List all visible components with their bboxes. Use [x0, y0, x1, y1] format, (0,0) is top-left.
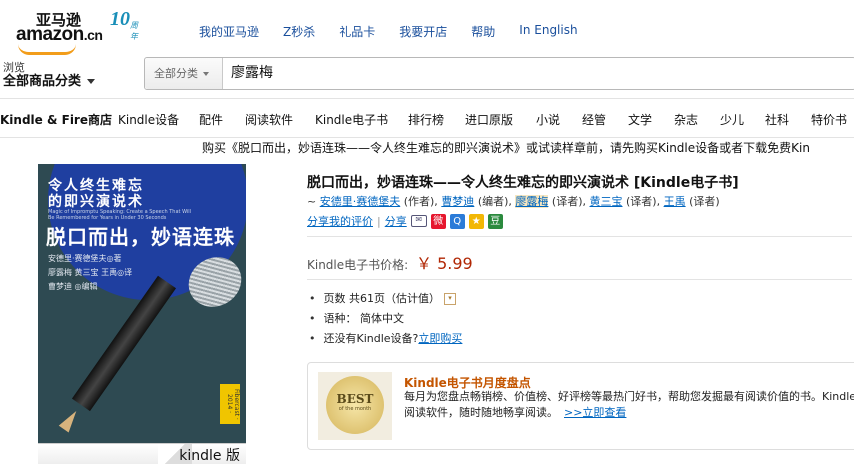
subnav-accessories[interactable]: 配件 — [199, 111, 223, 128]
logo-smile-icon — [18, 44, 76, 55]
browse-categories-menu[interactable]: 浏览 全部商品分类 — [3, 61, 96, 90]
nav-help[interactable]: 帮助 — [471, 23, 495, 40]
cover-title-lines: 令人终生难忘 的即兴演说术 — [48, 178, 144, 210]
cover-english-subtitle: Magic of Impromptu Speaking: Create a Sp… — [48, 209, 192, 221]
contributor-link[interactable]: 黄三宝 — [590, 195, 623, 208]
price-value: ￥ 5.99 — [416, 254, 473, 273]
contributor-link[interactable]: 安德里·赛德堡夫 — [320, 195, 401, 208]
douban-icon[interactable]: 豆 — [487, 213, 503, 229]
cover-authors: 安德里·赛德堡夫◎著 廖露梅 黄三宝 王禹◎译 曹梦迪 ◎编辑 — [48, 254, 133, 291]
share-my-review-link[interactable]: 分享我的评价 — [307, 213, 373, 229]
subnav-literature[interactable]: 文学 — [628, 111, 652, 128]
contributor-link[interactable]: 王禹 — [664, 195, 686, 208]
contributors-byline: ~ 安德里·赛德堡夫 (作者), 曹梦迪 (编者), 廖露梅 (译者), 黄三宝… — [307, 195, 720, 208]
logo-anniversary-label: 周年 — [130, 21, 138, 41]
category-subnav: Kindle & Fire商店 Kindle设备 配件 阅读软件 Kindle电… — [0, 98, 854, 138]
best-of-month-badge[interactable]: BEST of the month — [318, 372, 392, 440]
share-bar: 分享我的评价 | 分享 ✉ 微 Q ★ 豆 — [307, 213, 503, 229]
chevron-down-icon — [87, 79, 96, 84]
subnav-social-science[interactable]: 社科 — [765, 111, 789, 128]
subnav-kindle-fire-store[interactable]: Kindle & Fire商店 — [0, 111, 112, 128]
search-bar: 全部分类 — [144, 57, 854, 90]
browse-label: 浏览 — [3, 61, 25, 74]
nav-gift-cards[interactable]: 礼品卡 — [339, 23, 375, 40]
language-item: 语种： 简体中文 — [307, 309, 462, 329]
logo-english-text: amazon.cn — [16, 24, 103, 45]
subnav-bestsellers[interactable]: 排行榜 — [408, 111, 444, 128]
no-kindle-item: 还没有Kindle设备?立即购买 — [307, 329, 463, 349]
divider — [307, 279, 852, 280]
product-title: 脱口而出，妙语连珠——令人终生难忘的即兴演说术 [Kindle电子书] — [307, 175, 739, 191]
chevron-down-icon — [203, 72, 209, 76]
subnav-business[interactable]: 经管 — [582, 111, 606, 128]
nav-z-deals[interactable]: Z秒杀 — [283, 23, 315, 40]
nav-sell[interactable]: 我要开店 — [399, 23, 447, 40]
kindle-edition-tag: kindle 版 — [38, 443, 246, 464]
price-label: Kindle电子书价格: — [307, 258, 409, 272]
page-count-item: 页数 共61页（估计值）▾ — [307, 289, 462, 309]
all-categories-label: 全部商品分类 — [3, 74, 96, 90]
search-scope-select[interactable]: 全部分类 — [145, 58, 223, 89]
subnav-kindle-ebooks[interactable]: Kindle电子书 — [315, 111, 388, 128]
product-details-list: 页数 共61页（估计值）▾ 语种： 简体中文 还没有Kindle设备?立即购买 — [307, 289, 463, 349]
best-seal-icon: BEST of the month — [326, 376, 384, 434]
cover-main-title: 脱口而出，妙语连珠 — [46, 225, 235, 249]
top-nav: 我的亚马逊 Z秒杀 礼品卡 我要开店 帮助 In English — [199, 23, 602, 40]
share-link[interactable]: 分享 — [385, 213, 407, 229]
view-now-link[interactable]: >>立即查看 — [564, 406, 626, 419]
subnav-fiction[interactable]: 小说 — [536, 111, 560, 128]
subnav-kindle-devices[interactable]: Kindle设备 — [118, 111, 179, 128]
qq-icon[interactable]: Q — [449, 213, 465, 229]
nav-my-amazon[interactable]: 我的亚马逊 — [199, 23, 259, 40]
star-share-icon[interactable]: ★ — [468, 213, 484, 229]
divider — [307, 236, 852, 237]
page-estimate-info-icon[interactable]: ▾ — [444, 293, 456, 305]
search-input[interactable] — [231, 64, 831, 80]
subnav-magazines[interactable]: 杂志 — [674, 111, 698, 128]
promo-description: 每月为您盘点畅销榜、价值榜、好评榜等最热门好书，帮助您发掘最有阅读价值的书。Ki… — [404, 390, 854, 419]
nav-in-english[interactable]: In English — [519, 23, 577, 40]
purchase-notice: 购买《脱口而出，妙语连珠——令人终生难忘的即兴演说术》或试读样章前，请先购买Ki… — [202, 141, 810, 155]
subnav-imported[interactable]: 进口原版 — [465, 111, 513, 128]
pencil-tip-icon — [58, 407, 82, 433]
kindle-price: Kindle电子书价格: ￥ 5.99 — [307, 250, 473, 274]
weibo-icon[interactable]: 微 — [430, 213, 446, 229]
amazon-logo[interactable]: 亚马逊 amazon.cn 10 周年 — [14, 8, 138, 55]
logo-anniversary-number: 10 — [110, 8, 130, 30]
buy-now-link[interactable]: 立即购买 — [418, 332, 462, 345]
email-icon[interactable]: ✉ — [410, 215, 427, 227]
contributor-link[interactable]: 廖露梅 — [515, 195, 549, 208]
subnav-reading-apps[interactable]: 阅读软件 — [245, 111, 293, 128]
publisher-badge: Fibercast · 2014 · — [220, 384, 240, 424]
book-cover-image[interactable]: 令人终生难忘 的即兴演说术 Magic of Impromptu Speaking… — [38, 164, 246, 447]
monthly-picks-promo: BEST of the month Kindle电子书月度盘点 每月为您盘点畅销… — [307, 362, 854, 450]
subnav-children[interactable]: 少儿 — [720, 111, 744, 128]
subnav-bargain-books[interactable]: 特价书 — [811, 111, 847, 128]
contributor-link[interactable]: 曹梦迪 — [441, 195, 474, 208]
